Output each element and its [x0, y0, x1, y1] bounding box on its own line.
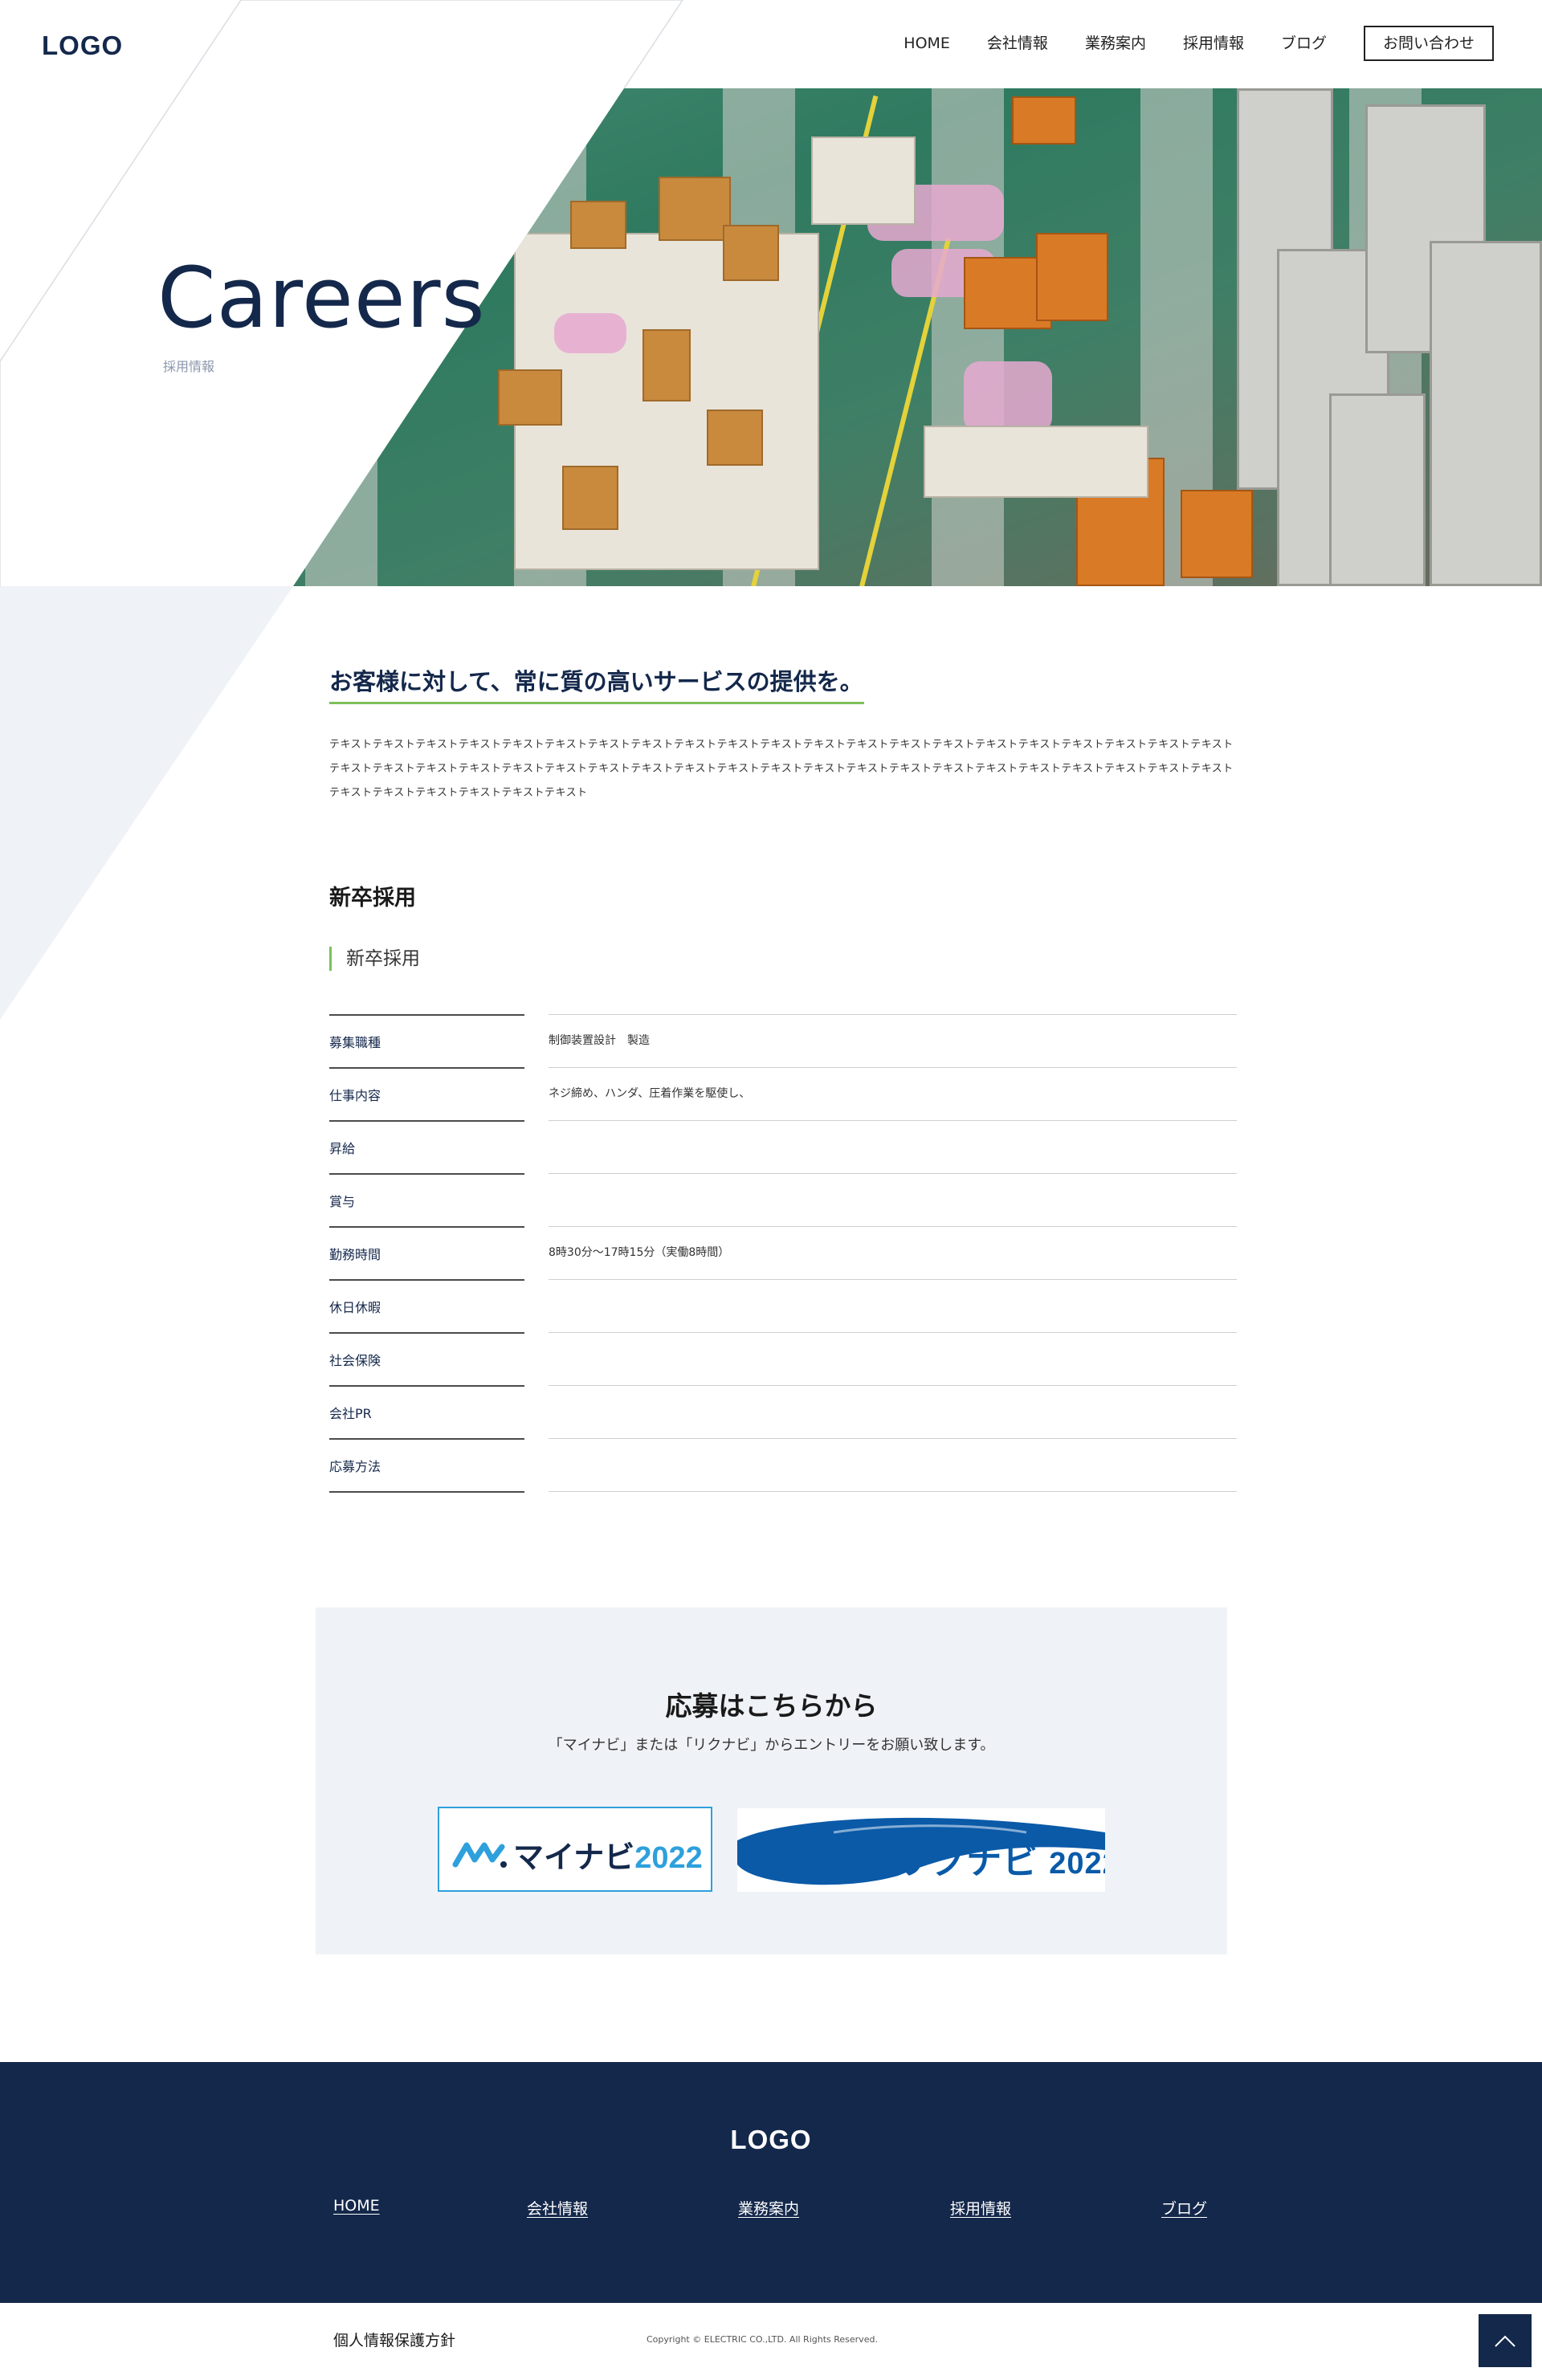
recruit-heading: 新卒採用 [329, 886, 416, 911]
spec-value: 8時30分～17時15分（実働8時間） [549, 1246, 730, 1259]
chevron-up-icon [1495, 2335, 1515, 2347]
spec-row: 募集職種 制御装置設計 製造 [329, 1014, 1237, 1067]
footer-nav-services[interactable]: 業務案内 [738, 2197, 799, 2219]
mynavi-banner[interactable]: マイナビ2022 [438, 1807, 712, 1892]
spec-label: 休日休暇 [329, 1300, 381, 1315]
spec-row: 勤務時間 8時30分～17時15分（実働8時間） [329, 1226, 1237, 1279]
footer-nav-company[interactable]: 会社情報 [527, 2197, 588, 2219]
intro-heading: お客様に対して、常に質の高いサービスの提供を。 [329, 668, 863, 695]
recruit-subheading: 新卒採用 [329, 947, 420, 971]
spec-label: 賞与 [329, 1194, 356, 1209]
footer-nav-blog[interactable]: ブログ [1161, 2197, 1207, 2219]
spec-row: 会社PR [329, 1385, 1237, 1438]
intro-underline [329, 702, 864, 704]
rikunabi-banner[interactable]: リクナビ 2022 [737, 1808, 1105, 1892]
site-footer: LOGO HOME 会社情報 業務案内 採用情報 ブログ [0, 2062, 1542, 2303]
nav-blog[interactable]: ブログ [1281, 26, 1327, 61]
pagetop-button[interactable] [1479, 2314, 1532, 2367]
site-header: LOGO HOME 会社情報 業務案内 採用情報 ブログ お問い合わせ [0, 0, 1542, 88]
mynavi-banner-text: マイナビ2022 [513, 1841, 703, 1875]
apply-section: 応募はこちらから 「マイナビ」または「リクナビ」からエントリーをお願い致します。… [316, 1608, 1227, 1954]
recruit-spec-table: 募集職種 制御装置設計 製造 仕事内容 ネジ締め、ハンダ、圧着作業を駆使し、 昇… [329, 1014, 1237, 1491]
footer-nav-home[interactable]: HOME [333, 2197, 380, 2215]
apply-description: 「マイナビ」または「リクナビ」からエントリーをお願い致します。 [548, 1737, 995, 1754]
spec-value: 制御装置設計 製造 [549, 1034, 650, 1047]
privacy-policy-link[interactable]: 個人情報保護方針 [333, 2329, 455, 2350]
spec-row: 応募方法 [329, 1438, 1237, 1491]
spec-label: 勤務時間 [329, 1247, 381, 1262]
spec-label: 昇給 [329, 1141, 356, 1156]
intro-text: テキストテキストテキストテキストテキストテキストテキストテキストテキストテキスト… [329, 739, 1234, 799]
spec-label: 社会保険 [329, 1353, 381, 1368]
hero-title: Careers [157, 249, 486, 347]
spec-table-end-rule [329, 1491, 524, 1493]
spec-row: 社会保険 [329, 1332, 1237, 1385]
spec-label: 仕事内容 [329, 1088, 381, 1103]
copyright: Copyright © ELECTRIC CO.,LTD. All Rights… [647, 2334, 878, 2345]
spec-value: ネジ締め、ハンダ、圧着作業を駆使し、 [549, 1087, 751, 1100]
spec-label: 会社PR [329, 1406, 372, 1421]
footer-nav-careers[interactable]: 採用情報 [950, 2197, 1011, 2219]
spec-label: 募集職種 [329, 1035, 381, 1050]
background-triangle [0, 586, 293, 1020]
apply-heading: 応募はこちらから [665, 1690, 878, 1722]
nav-services[interactable]: 業務案内 [1085, 26, 1146, 61]
contact-button[interactable]: お問い合わせ [1363, 26, 1494, 61]
header-logo[interactable]: LOGO [42, 31, 123, 61]
nav-home[interactable]: HOME [904, 26, 950, 61]
spec-row: 仕事内容 ネジ締め、ハンダ、圧着作業を駆使し、 [329, 1067, 1237, 1120]
main-nav: HOME 会社情報 業務案内 採用情報 ブログ お問い合わせ [904, 26, 1494, 61]
bottom-bar: 個人情報保護方針 Copyright © ELECTRIC CO.,LTD. A… [0, 2303, 1542, 2380]
spec-row: 昇給 [329, 1120, 1237, 1173]
footer-logo[interactable]: LOGO [0, 2125, 1542, 2155]
mynavi-logo-icon [452, 1842, 507, 1868]
spec-row: 賞与 [329, 1173, 1237, 1226]
nav-company[interactable]: 会社情報 [987, 26, 1048, 61]
rikunabi-banner-text: リクナビ 2022 [894, 1842, 1105, 1881]
spec-row: 休日休暇 [329, 1279, 1237, 1332]
spec-table-end-rule [549, 1491, 1237, 1492]
hero-subtitle: 採用情報 [163, 359, 215, 374]
nav-careers[interactable]: 採用情報 [1183, 26, 1244, 61]
spec-label: 応募方法 [329, 1459, 381, 1474]
